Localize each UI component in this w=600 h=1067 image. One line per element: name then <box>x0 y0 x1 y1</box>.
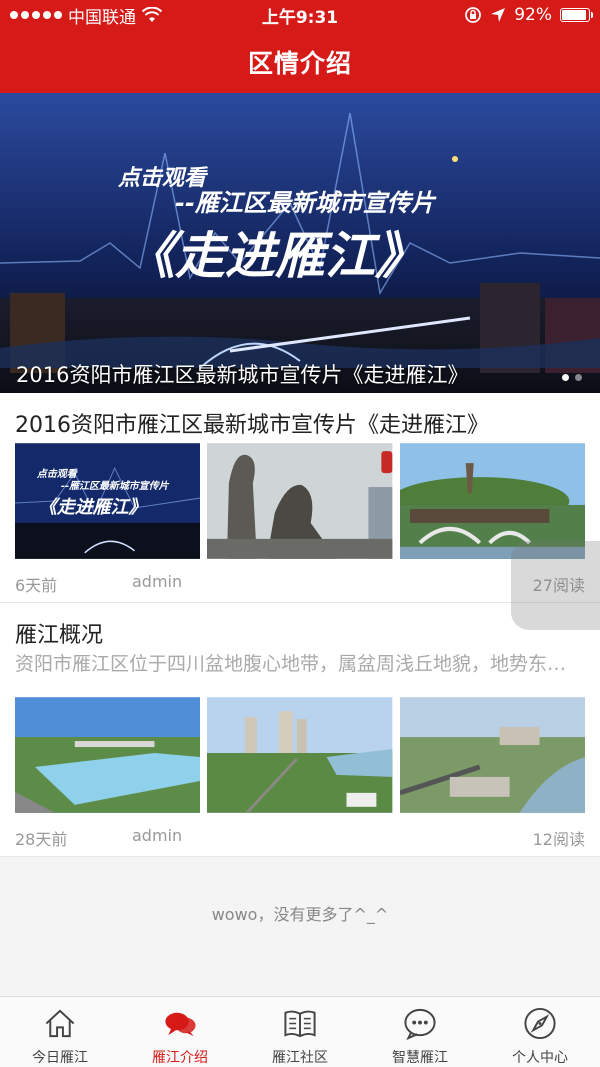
carousel-dot <box>575 374 582 381</box>
status-left: 中国联通 <box>10 3 230 28</box>
article-meta: 6天前 admin 27阅读 <box>15 559 585 602</box>
thumbnail-river-bridge <box>399 697 585 813</box>
article-author: admin <box>132 826 183 845</box>
location-arrow-icon <box>491 8 506 22</box>
article-card[interactable]: 雁江概况 资阳市雁江区位于四川盆地腹心地带，属盆周浅丘地貌，地势东北高西南低，海… <box>0 603 600 857</box>
status-bar: 中国联通 上午9:31 92% <box>0 0 600 30</box>
home-icon <box>45 1009 75 1038</box>
article-age: 6天前 <box>15 576 58 595</box>
speech-bubble-icon <box>404 1008 436 1041</box>
assistive-touch-button[interactable] <box>511 541 600 630</box>
banner-line-3: 《走进雁江》 <box>125 227 425 285</box>
thumbnail-promo-video: 点击观看 --雁江区最新城市宣传片 《走进雁江》 <box>15 443 201 559</box>
wifi-icon <box>142 7 162 22</box>
tab-introduction[interactable]: 雁江介绍 <box>120 997 240 1067</box>
article-title: 雁江概况 <box>15 623 104 648</box>
article-meta: 28天前 admin 12阅读 <box>15 813 585 856</box>
thumb-text-2: --雁江区最新城市宣传片 <box>61 480 170 492</box>
carousel-dot <box>562 374 569 381</box>
book-icon <box>284 1010 316 1038</box>
tab-smart-city[interactable]: 智慧雁江 <box>360 997 480 1067</box>
tab-profile[interactable]: 个人中心 <box>480 997 600 1067</box>
thumb-text-1: 点击观看 <box>36 468 78 480</box>
tab-label: 今日雁江 <box>32 1050 88 1066</box>
tab-label: 雁江社区 <box>272 1050 328 1066</box>
tab-label: 雁江介绍 <box>152 1050 208 1066</box>
article-thumbnails <box>15 697 585 813</box>
tab-bar: 今日雁江 雁江介绍 雁江社区 智慧雁江 个人中心 <box>0 996 600 1067</box>
banner-caption: 2016资阳市雁江区最新城市宣传片《走进雁江》 <box>16 363 469 387</box>
thumb-text-3: 《走进雁江》 <box>39 497 147 518</box>
article-thumbnails: 点击观看 --雁江区最新城市宣传片 《走进雁江》 <box>15 443 585 559</box>
article-card[interactable]: 2016资阳市雁江区最新城市宣传片《走进雁江》 点击观看 --雁江区最新城市宣传… <box>0 393 600 603</box>
battery-percent: 92% <box>514 5 552 25</box>
banner-image: 点击观看 --雁江区最新城市宣传片 《走进雁江》 <box>0 93 600 393</box>
banner-line-1: 点击观看 <box>117 166 209 191</box>
article-author: admin <box>132 572 183 591</box>
signal-strength-icon <box>10 11 62 19</box>
carrier-label: 中国联通 <box>68 7 136 28</box>
nav-bar: 区情介绍 <box>0 30 600 93</box>
carousel-indicator <box>562 374 582 381</box>
rotation-lock-icon <box>465 7 482 23</box>
tab-label: 个人中心 <box>512 1050 568 1066</box>
article-read-count: 12阅读 <box>532 830 585 849</box>
thumbnail-statues <box>207 443 393 559</box>
end-of-list-note: wowo，没有更多了^_^ <box>0 864 600 996</box>
chat-bubbles-icon <box>165 1012 196 1037</box>
article-age: 28天前 <box>15 830 68 849</box>
banner-carousel[interactable]: 点击观看 --雁江区最新城市宣传片 《走进雁江》 2016资阳市雁江区最新城市宣… <box>0 93 600 393</box>
compass-icon <box>524 1007 556 1040</box>
article-title: 2016资阳市雁江区最新城市宣传片《走进雁江》 <box>15 413 489 438</box>
tab-label: 智慧雁江 <box>392 1050 448 1066</box>
thumbnail-riverside-park <box>15 697 201 813</box>
banner-line-2: --雁江区最新城市宣传片 <box>175 189 437 217</box>
clock: 上午9:31 <box>261 7 339 28</box>
tab-community[interactable]: 雁江社区 <box>240 997 360 1067</box>
status-right: 92% <box>370 5 593 25</box>
thumbnail-city-aerial <box>207 697 393 813</box>
article-feed: 2016资阳市雁江区最新城市宣传片《走进雁江》 点击观看 --雁江区最新城市宣传… <box>0 393 600 857</box>
page-title: 区情介绍 <box>247 48 352 78</box>
battery-icon <box>560 8 593 22</box>
tab-today[interactable]: 今日雁江 <box>0 997 120 1067</box>
article-summary: 资阳市雁江区位于四川盆地腹心地带，属盆周浅丘地貌，地势东北高西南低，海拔在350… <box>15 653 585 675</box>
